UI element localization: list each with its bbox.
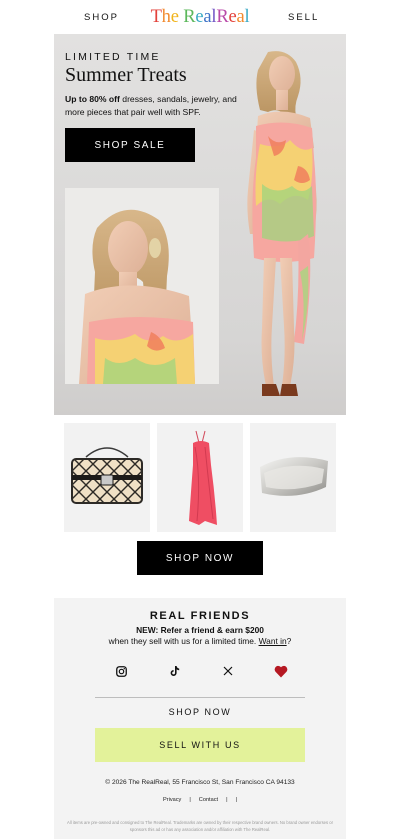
hero-subcopy-bold: Up to 80% off xyxy=(65,94,120,104)
contact-link[interactable]: Contact xyxy=(199,797,218,803)
logo[interactable]: The RealReal xyxy=(0,7,400,28)
hero-subcopy: Up to 80% off dresses, sandals, jewelry,… xyxy=(65,93,245,119)
link-separator: | xyxy=(235,797,237,803)
product-tile-handbag[interactable] xyxy=(64,423,150,532)
hero-banner[interactable]: LIMITED TIME Summer Treats Up to 80% off… xyxy=(54,34,346,415)
link-separator: | xyxy=(226,797,228,803)
hero-kicker: LIMITED TIME xyxy=(65,51,161,63)
product-grid xyxy=(64,423,337,532)
footer-shop-now-link[interactable]: SHOP NOW xyxy=(54,707,346,717)
company-address: © 2026 The RealReal, 55 Francisco St, Sa… xyxy=(105,779,295,786)
shop-now-button[interactable]: SHOP NOW xyxy=(137,541,263,575)
email-page: SHOP The RealReal SELL LIMITED TIME Summ… xyxy=(0,0,400,839)
tiktok-icon[interactable] xyxy=(167,664,181,678)
instagram-icon[interactable] xyxy=(114,664,128,678)
hero-headline: Summer Treats xyxy=(65,64,187,86)
referral-text: when they sell with us for a limited tim… xyxy=(108,636,259,646)
product-tile-gown[interactable] xyxy=(157,423,243,532)
header: SHOP The RealReal SELL xyxy=(0,0,400,36)
footer-divider xyxy=(95,697,305,698)
referral-title: REAL FRIENDS xyxy=(149,610,251,622)
silver-cuff-icon xyxy=(260,457,328,496)
x-icon[interactable] xyxy=(221,664,235,678)
sell-with-us-button[interactable]: SELL WITH US xyxy=(95,728,305,762)
privacy-link[interactable]: Privacy xyxy=(163,797,181,803)
referral-text-end: ? xyxy=(286,636,292,646)
referral-description: when they sell with us for a limited tim… xyxy=(54,636,346,646)
hero-photo xyxy=(54,34,346,415)
legal-disclaimer: All items are pre-owned and consigned to… xyxy=(67,820,333,832)
nav-sell-link[interactable]: SELL xyxy=(288,12,319,23)
footer: REAL FRIENDS NEW: Refer a friend & earn … xyxy=(54,598,346,839)
want-in-link[interactable]: Want in xyxy=(259,636,287,646)
link-separator: | xyxy=(189,797,191,803)
pink-gown-icon xyxy=(189,430,217,525)
quilted-handbag-icon xyxy=(71,447,143,504)
heart-icon[interactable] xyxy=(274,664,288,678)
product-tile-cuff[interactable] xyxy=(250,423,336,532)
referral-offer: NEW: Refer a friend & earn $200 xyxy=(136,625,264,635)
shop-sale-button[interactable]: SHOP SALE xyxy=(65,128,195,162)
legal-links: Privacy | Contact | | xyxy=(54,797,346,803)
inset-photo xyxy=(65,188,219,384)
